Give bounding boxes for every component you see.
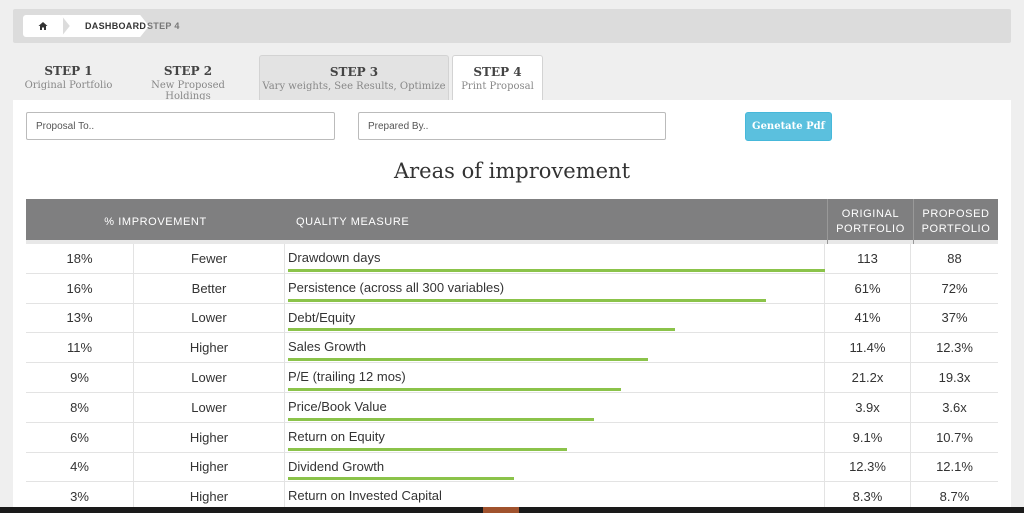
header-original-portfolio: ORIGINAL PORTFOLIO (827, 199, 913, 244)
improvement-direction: Fewer (134, 244, 285, 273)
tab-title: STEP 1 (44, 64, 93, 78)
improvement-bar (288, 358, 648, 362)
table-body: 18% Fewer Drawdown days 113 88 16% Better Persi… (26, 244, 998, 513)
improvement-pct: 16% (26, 273, 134, 303)
improvement-pct: 11% (26, 333, 134, 363)
tab-subtitle: Original Portfolio (24, 80, 113, 91)
header-proposed-portfolio: PROPOSED PORTFOLIO (913, 199, 998, 244)
improvement-direction: Lower (134, 363, 285, 392)
breadcrumb: DASHBOARD STEP 4 (13, 9, 1011, 43)
proposed-value: 88 (947, 250, 962, 266)
header-quality-measure: QUALITY MEASURE (296, 215, 410, 228)
header-improvement: % IMPROVEMENT (104, 215, 207, 228)
improvement-bar (288, 298, 766, 302)
original-value: 9.1% (825, 422, 911, 452)
original-value: 21.2x (825, 363, 911, 392)
proposal-to-input[interactable] (26, 112, 335, 140)
original-value: 41% (825, 303, 911, 333)
improvement-pct: 8% (26, 392, 134, 422)
proposed-value: 3.6x (942, 399, 967, 415)
improvement-bar (288, 268, 825, 272)
improvement-direction: Higher (134, 452, 285, 482)
tab-subtitle: Vary weights, See Results, Optimize (262, 81, 446, 92)
table-row: 16% Better Persistence (across all 300 var… (26, 273, 998, 304)
breadcrumb-current: STEP 4 (147, 21, 180, 31)
table-row: 18% Fewer Drawdown days 113 88 (26, 244, 998, 274)
improvement-pct: 13% (26, 303, 134, 333)
table-row: 8% Lower Price/Book Value 3.9x 3.6x (26, 392, 998, 423)
tab-step-2[interactable]: STEP 2 New Proposed Holdings (128, 55, 248, 102)
improvement-bar (288, 417, 594, 421)
table-row: 6% Higher Return on Equity 9.1% 10.7% (26, 422, 998, 453)
table-row: 13% Lower Debt/Equity 41% 37% (26, 303, 998, 334)
improvement-bar (288, 477, 514, 481)
tab-step-3[interactable]: STEP 3 Vary weights, See Results, Optimi… (259, 55, 449, 100)
proposed-value: 72% (941, 280, 968, 296)
proposed-value: 12.1% (936, 459, 973, 475)
improvement-bar (288, 328, 675, 332)
table-row: 9% Lower P/E (trailing 12 mos) 21.2x 19.3x (26, 363, 998, 393)
header-original-line1: ORIGINAL (841, 207, 900, 220)
improvement-direction: Higher (134, 333, 285, 363)
original-value: 3.9x (825, 392, 911, 422)
header-proposed-line1: PROPOSED (922, 207, 990, 220)
home-icon[interactable] (23, 15, 63, 37)
table-header: % IMPROVEMENT QUALITY MEASURE ORIGINAL PO… (26, 199, 998, 244)
improvement-direction: Better (134, 273, 285, 303)
table-row: 4% Higher Dividend Growth 12.3% 12.1% (26, 452, 998, 483)
original-value: 113 (825, 244, 911, 273)
proposed-value: 19.3x (938, 370, 971, 386)
improvement-bar (288, 387, 621, 391)
tab-subtitle: Print Proposal (461, 81, 534, 92)
original-value: 11.4% (825, 333, 911, 363)
header-original-line2: PORTFOLIO (836, 222, 905, 235)
prepared-by-input[interactable] (358, 112, 666, 140)
generate-pdf-button[interactable]: Genetate Pdf (745, 112, 832, 141)
improvement-pct: 18% (26, 244, 134, 273)
page-title: Areas of improvement (393, 159, 631, 183)
proposed-value: 12.3% (936, 340, 973, 356)
table-row: 11% Higher Sales Growth 11.4% 12.3% (26, 333, 998, 364)
improvement-direction: Higher (134, 422, 285, 452)
tab-title: STEP 4 (473, 65, 522, 79)
tab-step-4[interactable]: STEP 4 Print Proposal (452, 55, 543, 101)
proposed-value: 37% (941, 310, 968, 326)
proposal-panel: Genetate Pdf Areas of improvement % IMPR… (13, 100, 1011, 513)
tab-step-1[interactable]: STEP 1 Original Portfolio (13, 55, 124, 100)
original-value: 61% (825, 273, 911, 303)
improvement-direction: Lower (134, 392, 285, 422)
improvement-table: % IMPROVEMENT QUALITY MEASURE ORIGINAL PO… (26, 199, 998, 513)
tab-title: STEP 2 (163, 64, 213, 78)
tab-title: STEP 3 (329, 65, 379, 79)
tab-subtitle: New Proposed Holdings (151, 80, 225, 102)
improvement-pct: 4% (26, 452, 134, 482)
breadcrumb-dashboard[interactable]: DASHBOARD (61, 15, 149, 37)
improvement-direction: Lower (134, 303, 285, 333)
improvement-bar (288, 447, 567, 451)
improvement-pct: 6% (26, 422, 134, 452)
taskbar (0, 507, 1024, 513)
original-value: 12.3% (825, 452, 911, 482)
improvement-pct: 9% (26, 363, 134, 392)
taskbar-app-icon[interactable] (483, 507, 519, 513)
header-proposed-line2: PORTFOLIO (921, 222, 991, 235)
proposed-value: 10.7% (936, 429, 973, 445)
